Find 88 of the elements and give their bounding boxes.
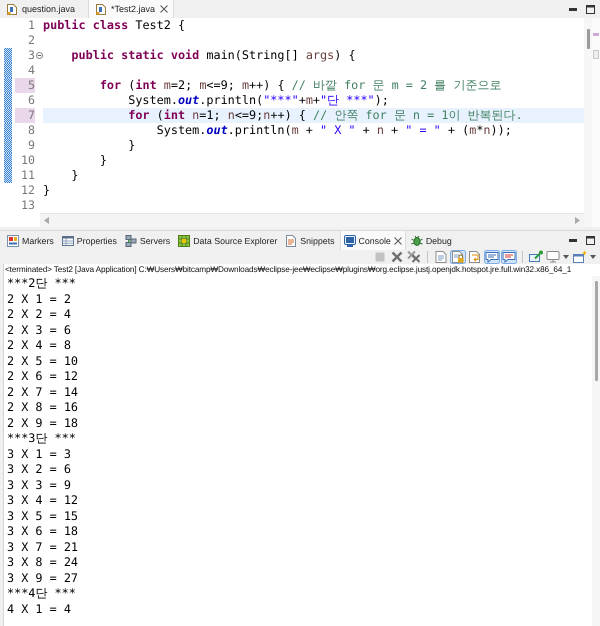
- line-number: 4: [27, 63, 35, 78]
- double-cross-icon[interactable]: [406, 250, 422, 264]
- code-line: System.out.println(m + " X " + n + " = " + (m*n));: [156, 123, 513, 138]
- console-line: 2 X 5 = 10: [7, 354, 80, 369]
- line-number: 9: [27, 138, 35, 153]
- collapse-icon[interactable]: [36, 52, 42, 59]
- console-line: 2 X 8 = 16: [7, 400, 80, 416]
- console-line: 2 X 1 = 2: [7, 292, 72, 307]
- file-icon: [96, 4, 106, 14]
- document-icon: [285, 234, 298, 246]
- database-icon: [178, 234, 190, 246]
- scroll-thumb[interactable]: [594, 281, 598, 381]
- code-line: }: [127, 138, 136, 153]
- document-icon[interactable]: [433, 250, 449, 264]
- console-line: ***2단 ***: [7, 276, 77, 292]
- console-line: 3 X 3 = 9: [7, 478, 72, 493]
- task-list-icon: [7, 234, 19, 246]
- scroll-right-icon[interactable]: [575, 217, 580, 224]
- console-line: 3 X 2 = 6: [7, 462, 72, 478]
- line-number: 10: [20, 153, 35, 168]
- console-line: 3 X 8 = 24: [7, 555, 80, 570]
- code-line: for (int m=2; m<=9; m++) { // 바깥 for 문 m = 2 를 기준으로: [98, 78, 502, 93]
- line-number: 12: [20, 183, 35, 198]
- vertical-scrollbar[interactable]: [584, 18, 592, 227]
- console-line: 3 X 6 = 18: [7, 524, 80, 540]
- file-icon: [7, 4, 17, 14]
- horizontal-scrollbar[interactable]: [40, 213, 584, 227]
- view-tab[interactable]: Snippets: [282, 231, 338, 250]
- file-tab[interactable]: question.java: [0, 0, 88, 18]
- line-number: 8: [27, 123, 35, 138]
- monitor-icon: [344, 234, 356, 246]
- minimize-icon[interactable]: [569, 8, 577, 10]
- close-icon[interactable]: [394, 236, 402, 244]
- console-line: ***3단 ***: [7, 431, 77, 446]
- code-line: System.out.println("***"+m+"단 ***");: [127, 93, 390, 108]
- console-line: 2 X 9 = 18: [7, 416, 80, 431]
- console-line: 3 X 5 = 15: [7, 508, 80, 524]
- new-window-icon[interactable]: [572, 250, 588, 264]
- console-line: 2 X 3 = 6: [7, 322, 72, 338]
- caret-icon[interactable]: [563, 255, 569, 259]
- pin-icon[interactable]: [528, 250, 544, 264]
- code-line: public static void main(String[] args) {: [70, 48, 357, 63]
- scroll-thumb[interactable]: [586, 29, 590, 49]
- error-bubble-icon[interactable]: [501, 250, 517, 264]
- code-line: }: [70, 168, 80, 183]
- console-line: 4 X 1 = 4: [7, 602, 72, 617]
- monitor-icon[interactable]: [545, 250, 561, 264]
- maximize-icon[interactable]: [586, 4, 595, 14]
- line-number: 11: [20, 168, 35, 183]
- line-number: 6: [27, 93, 35, 108]
- code-line: public class Test2 {: [43, 18, 186, 33]
- table-icon: [62, 234, 74, 246]
- view-tab[interactable]: Servers: [122, 231, 174, 250]
- line-number: 7: [15, 108, 35, 123]
- view-tab[interactable]: Markers: [4, 231, 57, 250]
- caret-icon[interactable]: [590, 255, 596, 259]
- line-number: 3: [27, 48, 35, 63]
- line-number: 2: [27, 33, 35, 48]
- console-line: 3 X 9 = 27: [7, 570, 80, 586]
- console-line: 3 X 4 = 12: [7, 493, 80, 508]
- code-line: }: [43, 183, 52, 198]
- vertical-scrollbar[interactable]: [592, 276, 600, 626]
- console-line: 2 X 7 = 14: [7, 384, 80, 400]
- bug-icon: [410, 234, 423, 246]
- server-icon: [124, 234, 137, 246]
- console-line: 3 X 1 = 3: [7, 446, 72, 462]
- view-tab[interactable]: Properties: [58, 231, 120, 250]
- maximize-icon[interactable]: [586, 236, 595, 245]
- console-line: 2 X 2 = 4: [7, 307, 72, 322]
- code-line: }: [98, 153, 108, 168]
- view-tab[interactable]: Data Source Explorer: [175, 231, 280, 250]
- console-line: 2 X 4 = 8: [7, 338, 72, 354]
- view-tab[interactable]: Debug: [408, 231, 455, 250]
- file-tab[interactable]: *Test2.java: [88, 0, 174, 18]
- speech-bubble-icon[interactable]: [484, 250, 500, 264]
- console-line: 2 X 6 = 12: [7, 369, 80, 384]
- close-icon[interactable]: [160, 5, 168, 13]
- view-tab[interactable]: Console: [340, 231, 406, 250]
- lock-document-icon[interactable]: [450, 250, 466, 264]
- console-line: 3 X 7 = 21: [7, 540, 80, 555]
- console-line: ***4단 ***: [7, 586, 77, 602]
- line-number: 5: [15, 78, 35, 93]
- wrap-document-icon[interactable]: [467, 250, 483, 264]
- cross-icon[interactable]: [389, 250, 405, 264]
- scroll-left-icon[interactable]: [44, 217, 49, 224]
- line-number: 13: [20, 198, 35, 213]
- line-number: 1: [27, 18, 35, 33]
- console-header: <terminated> Test2 [Java Application] C:₩Users₩bitcamp₩Downloads₩eclipse-jee₩eclipse₩plugins₩org.eclipse.justj.openjdk.hotspot.jre.full.win32.x86_64_1: [4, 264, 572, 276]
